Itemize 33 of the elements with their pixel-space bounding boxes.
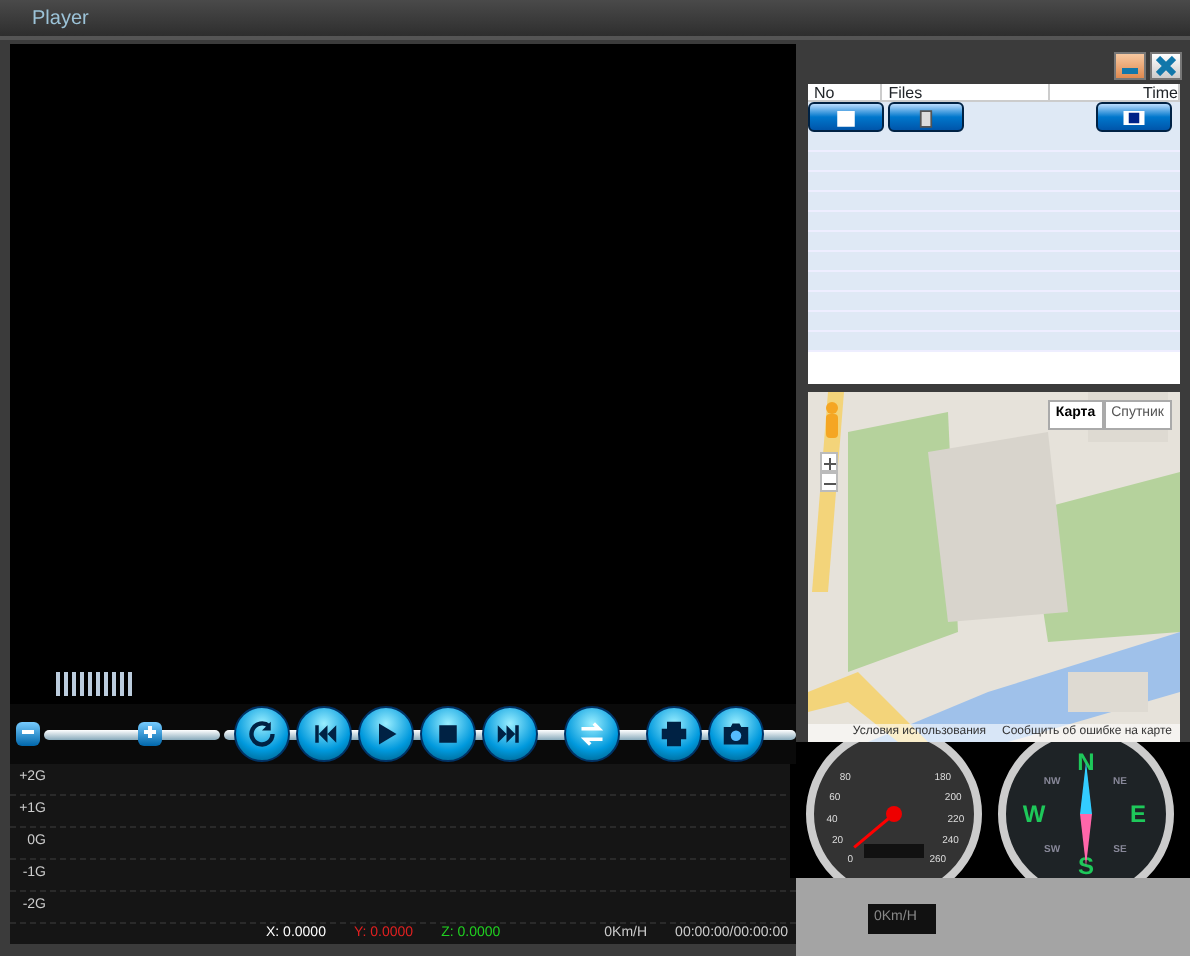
plus-icon [141, 722, 158, 743]
swap-button[interactable] [564, 706, 620, 762]
stop-icon [434, 720, 462, 748]
stop-button[interactable] [420, 706, 476, 762]
next-button[interactable] [482, 706, 538, 762]
previous-button[interactable] [296, 706, 352, 762]
repeat-icon [248, 720, 276, 748]
open-button[interactable] [808, 102, 884, 132]
film-icon [1120, 105, 1148, 129]
minimize-button[interactable] [1114, 52, 1146, 80]
camera-icon [722, 720, 750, 748]
swap-arrows-icon [578, 720, 606, 748]
next-icon [496, 720, 524, 748]
previous-icon [310, 720, 338, 748]
volume-thumb[interactable] [137, 722, 162, 746]
repeat-button[interactable] [234, 706, 290, 762]
zoom-in-button[interactable] [820, 452, 838, 472]
video-button[interactable] [1096, 102, 1172, 132]
plus-icon [823, 457, 835, 470]
delete-button[interactable] [888, 102, 964, 132]
zoom-out-button[interactable] [820, 472, 838, 492]
folder-icon [832, 105, 860, 129]
minus-icon [823, 477, 835, 490]
camera-button[interactable] [708, 706, 764, 762]
minus-button[interactable] [16, 722, 40, 746]
window-title: Player [0, 0, 1190, 40]
column-header: No [808, 84, 883, 100]
play-button[interactable] [358, 706, 414, 762]
column-header: Files [882, 84, 1050, 100]
column-header: Time [1049, 84, 1180, 100]
close-button[interactable] [1150, 52, 1182, 80]
close-icon [1156, 56, 1176, 76]
print-button[interactable] [646, 706, 702, 762]
